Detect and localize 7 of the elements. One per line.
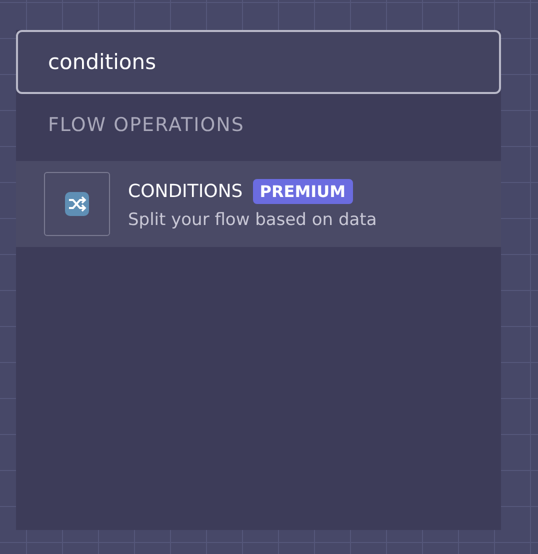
item-description: Split your flow based on data	[128, 210, 377, 230]
item-title: CONDITIONS	[128, 180, 243, 202]
premium-badge: PREMIUM	[252, 178, 352, 204]
shuffle-icon	[65, 192, 89, 216]
result-item[interactable]: CONDITIONS PREMIUM Split your flow based on data	[16, 161, 501, 247]
section-heading: FLOW OPERATIONS	[47, 113, 246, 138]
search-field[interactable]: conditions	[16, 30, 501, 94]
